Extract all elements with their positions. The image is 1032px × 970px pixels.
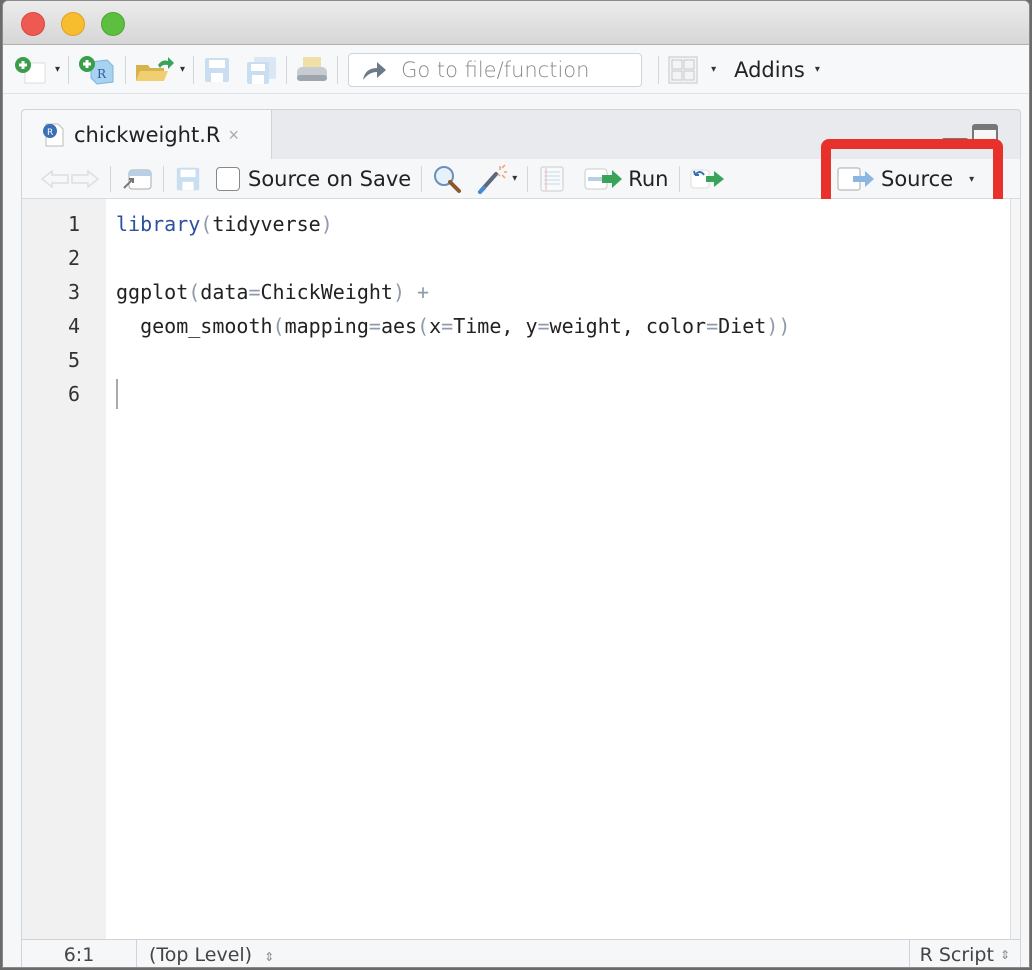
divider [286, 55, 288, 84]
divider [110, 165, 111, 192]
line-number: 4 [67, 314, 80, 338]
show-in-new-window-button[interactable] [121, 162, 153, 196]
cursor-position: 6:1 [22, 940, 137, 967]
run-button[interactable]: Run [584, 162, 669, 196]
main-toolbar: ▾ R ▾ Go to file/function ▾ Addins ▾ [3, 46, 1029, 94]
source-arrow-icon [837, 167, 874, 191]
source-on-save-checkbox[interactable] [216, 166, 240, 191]
code-line[interactable]: 2 [22, 241, 1020, 275]
rerun-button[interactable] [690, 162, 726, 196]
svg-text:R: R [47, 128, 53, 138]
divider [125, 55, 127, 84]
addins-caret: ▾ [814, 64, 820, 75]
source-button[interactable]: Source ▾ [837, 167, 974, 191]
line-number: 1 [67, 212, 80, 236]
save-button[interactable] [202, 53, 232, 87]
rerun-icon [690, 169, 724, 188]
code-text: library(tidyverse) [116, 212, 333, 236]
divider [163, 165, 164, 192]
minimize-window-button[interactable] [61, 12, 85, 36]
divider [193, 55, 195, 84]
divider [421, 165, 423, 192]
divider [658, 55, 660, 84]
notebook-icon [540, 166, 564, 191]
code-line[interactable]: 3 ggplot(data=ChickWeight) + [22, 275, 1020, 309]
code-line[interactable]: 1 library(tidyverse) [22, 207, 1020, 241]
close-window-button[interactable] [21, 12, 45, 36]
code-line[interactable]: 5 [22, 343, 1020, 377]
r-file-icon: R [43, 123, 64, 147]
editor-scrollbar[interactable] [1010, 199, 1020, 939]
code-editor[interactable]: 1 library(tidyverse) 2 3 ggplot(data=ChickWe… [21, 199, 1021, 939]
goto-arrow-icon [363, 61, 387, 80]
tab-chickweight-r[interactable]: R chickweight.R × [22, 110, 272, 160]
line-number: 3 [67, 280, 80, 304]
open-file-button[interactable]: ▾ [134, 53, 185, 87]
updown-icon: ⇕ [264, 950, 275, 964]
forward-arrow-icon[interactable] [70, 168, 100, 190]
popout-window-icon [123, 169, 152, 189]
source-caret[interactable]: ▾ [969, 174, 974, 185]
file-type-selector[interactable]: R Script ⇕ [908, 940, 1020, 967]
source-on-save-toggle[interactable]: Source on Save [216, 162, 411, 196]
new-file-button[interactable]: ▾ [13, 53, 60, 87]
addins-menu[interactable]: Addins ▾ [716, 53, 820, 87]
grid-layout-icon [668, 56, 698, 83]
code-line[interactable]: 6 [22, 377, 1020, 411]
save-icon [176, 167, 200, 190]
run-arrow-icon [584, 168, 623, 189]
print-button[interactable] [295, 53, 329, 87]
code-tools-button[interactable]: ▾ [476, 162, 517, 196]
title-bar [3, 1, 1029, 45]
addins-label: Addins [734, 57, 805, 82]
code-text: geom_smooth(mapping=aes(x=Time, y=weight… [116, 314, 791, 338]
workspace-panes-button[interactable]: ▾ [667, 53, 716, 87]
line-number: 5 [67, 348, 80, 372]
updown-icon: ⇕ [999, 948, 1010, 962]
save-all-icon [247, 56, 277, 84]
svg-text:R: R [97, 67, 107, 81]
editor-save-button[interactable] [174, 162, 202, 196]
divider [678, 165, 680, 192]
run-label: Run [628, 166, 669, 191]
line-number: 2 [67, 246, 80, 270]
goto-file-function-input[interactable]: Go to file/function [348, 52, 643, 87]
new-project-icon: R [79, 55, 114, 85]
file-type-label: R Script [919, 944, 994, 966]
find-replace-button[interactable] [432, 162, 462, 196]
close-tab-icon[interactable]: × [228, 125, 239, 146]
rstudio-window: ▾ R ▾ Go to file/function ▾ Addins ▾ R c… [2, 0, 1030, 968]
magic-wand-icon [478, 163, 508, 194]
divider [337, 55, 339, 84]
divider [527, 165, 529, 192]
back-forward-buttons[interactable] [40, 162, 100, 196]
code-tools-caret: ▾ [512, 173, 518, 184]
search-icon [434, 165, 462, 193]
save-icon [205, 57, 230, 82]
goto-placeholder: Go to file/function [401, 57, 590, 82]
source-editor-pane: R chickweight.R × Source on Save ▾ Run S… [21, 109, 1021, 967]
back-arrow-icon[interactable] [40, 168, 70, 190]
code-line[interactable]: 4 geom_smooth(mapping=aes(x=Time, y=weig… [22, 309, 1020, 343]
code-text: ggplot(data=ChickWeight) + [116, 280, 430, 304]
folder-open-icon [136, 56, 175, 81]
open-file-caret[interactable]: ▾ [180, 64, 185, 75]
zoom-window-button[interactable] [101, 12, 125, 36]
print-icon [297, 56, 328, 81]
new-project-button[interactable]: R [77, 53, 117, 87]
editor-statusbar: 6:1 (Top Level) ⇕ R Script ⇕ [21, 939, 1021, 967]
text-cursor [116, 379, 118, 409]
save-all-button[interactable] [244, 53, 278, 87]
compile-report-button[interactable] [538, 162, 566, 196]
tab-filename: chickweight.R [74, 123, 221, 147]
source-label: Source [881, 167, 954, 191]
scope-label: (Top Level) [149, 944, 253, 966]
scope-selector[interactable]: (Top Level) ⇕ [137, 944, 909, 966]
new-file-caret[interactable]: ▾ [55, 64, 60, 75]
line-number: 6 [67, 382, 80, 406]
divider [68, 55, 70, 84]
plus-circle-icon [15, 56, 46, 83]
source-on-save-label: Source on Save [248, 166, 412, 191]
